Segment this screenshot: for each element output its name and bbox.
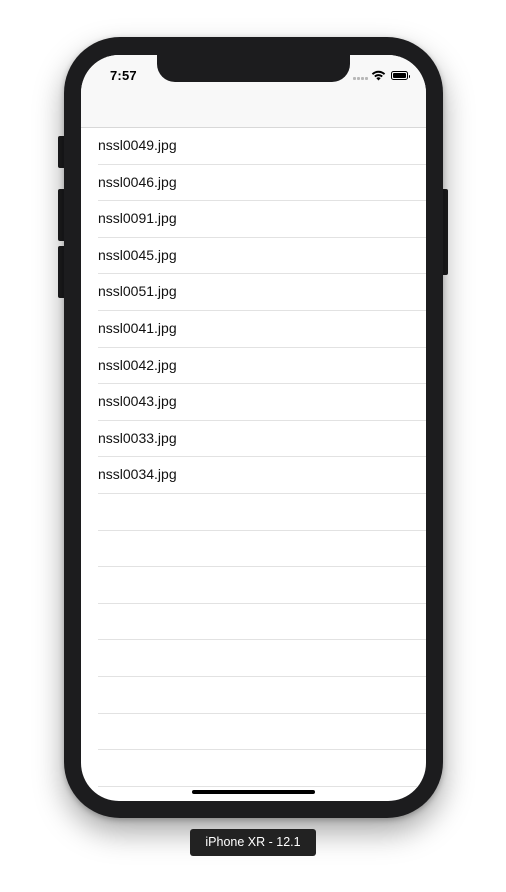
empty-row <box>98 750 426 787</box>
cellular-signal-icon <box>353 77 368 80</box>
wifi-icon <box>371 70 386 81</box>
list-item[interactable]: nssl0051.jpg <box>98 274 426 311</box>
list-item[interactable]: nssl0034.jpg <box>98 457 426 494</box>
list-item-label: nssl0043.jpg <box>98 393 177 410</box>
file-list: nssl0049.jpg nssl0046.jpg nssl0091.jpg nssl… <box>81 128 426 787</box>
phone-screen: 7:57 nssl0049.jpg nssl0046.jpg nssl0091.jp… <box>81 55 426 801</box>
list-item-label: nssl0045.jpg <box>98 246 177 263</box>
list-item-label: nssl0051.jpg <box>98 283 177 300</box>
battery-level <box>393 73 406 78</box>
list-item[interactable]: nssl0091.jpg <box>98 201 426 238</box>
list-item-label: nssl0041.jpg <box>98 319 177 336</box>
list-item-label: nssl0091.jpg <box>98 210 177 227</box>
list-item-label: nssl0049.jpg <box>98 137 177 153</box>
list-item[interactable]: nssl0046.jpg <box>98 165 426 202</box>
list-item-label: nssl0046.jpg <box>98 173 177 190</box>
empty-row <box>98 677 426 714</box>
empty-row <box>98 604 426 641</box>
notch <box>157 55 350 82</box>
list-item[interactable]: nssl0041.jpg <box>98 311 426 348</box>
battery-icon <box>391 71 410 80</box>
list-item-label: nssl0033.jpg <box>98 429 177 446</box>
empty-row <box>98 494 426 531</box>
empty-row <box>98 531 426 568</box>
list-item[interactable]: nssl0049.jpg <box>98 128 426 165</box>
empty-row <box>98 714 426 751</box>
empty-row <box>98 640 426 677</box>
status-time: 7:57 <box>110 68 137 83</box>
list-item[interactable]: nssl0033.jpg <box>98 421 426 458</box>
list-item[interactable]: nssl0042.jpg <box>98 348 426 385</box>
list-item-label: nssl0042.jpg <box>98 356 177 373</box>
list-item-label: nssl0034.jpg <box>98 466 177 483</box>
empty-row <box>98 567 426 604</box>
list-item[interactable]: nssl0043.jpg <box>98 384 426 421</box>
list-item[interactable]: nssl0045.jpg <box>98 238 426 275</box>
home-indicator[interactable] <box>192 790 315 794</box>
device-label: iPhone XR - 12.1 <box>190 829 316 856</box>
simulator-stage: 7:57 nssl0049.jpg nssl0046.jpg nssl0091.jp… <box>0 0 506 892</box>
